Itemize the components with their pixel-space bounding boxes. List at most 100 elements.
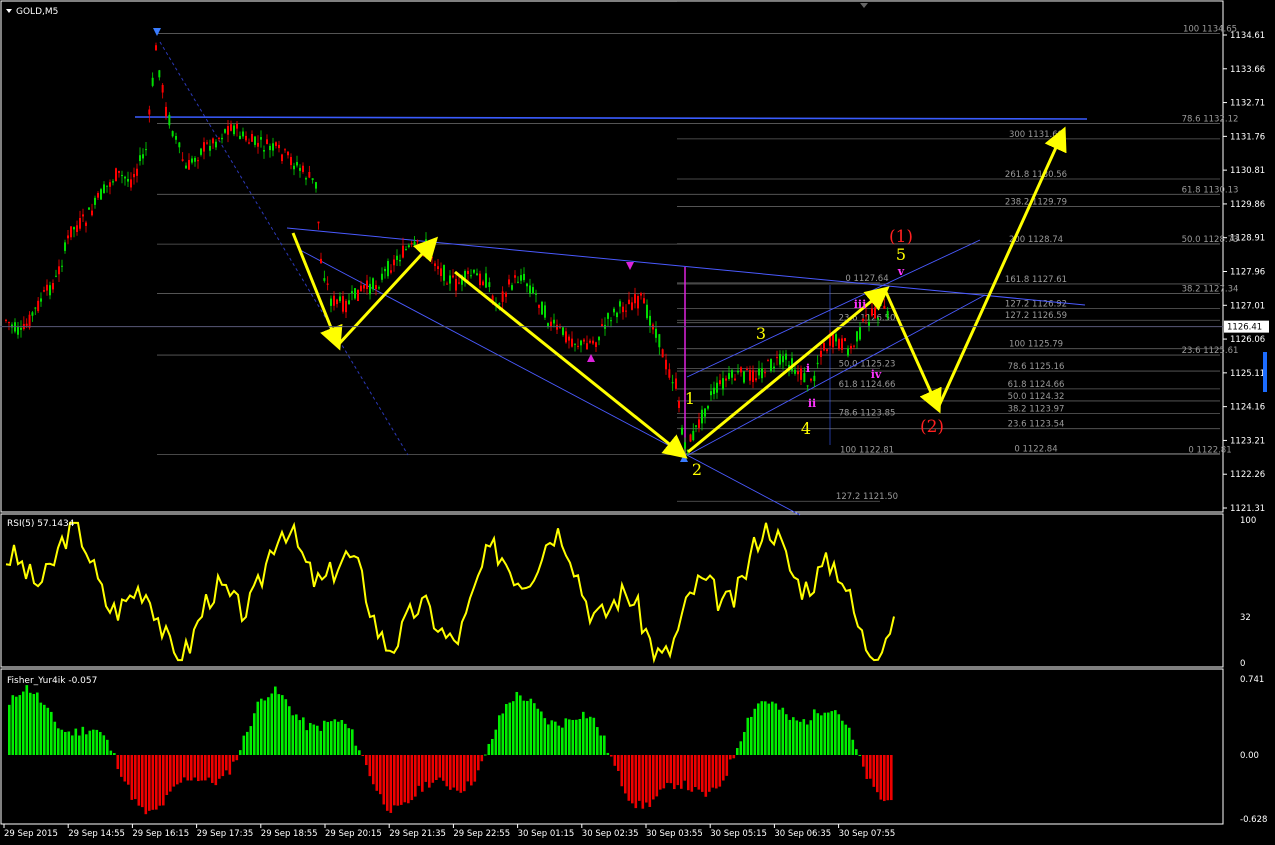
fisher-bar (183, 755, 186, 778)
candle-body (413, 241, 416, 246)
fisher-bar (291, 715, 295, 755)
fisher-bar (606, 752, 610, 755)
fisher-bar (375, 755, 379, 791)
time-tick-label: 30 Sep 01:15 (518, 829, 575, 839)
symbol-label: GOLD,M5 (16, 7, 58, 17)
candle-body (354, 288, 356, 299)
fisher-bar (57, 728, 60, 755)
rsi-title: RSI(5) 57.1434 (7, 519, 75, 529)
fisher-bar (816, 713, 820, 755)
candle-body (121, 175, 123, 177)
candle-body (619, 301, 621, 307)
fisher-axis-label: -0.628 (1240, 815, 1267, 825)
fib-level-label: 50.0 1124.32 (1008, 392, 1065, 402)
fisher-bar (113, 753, 116, 755)
fib-level-label: 61.8 1124.66 (839, 380, 896, 390)
candle-body (589, 340, 591, 343)
candle-body (165, 106, 167, 117)
fisher-bar (333, 719, 337, 755)
fisher-bar (344, 723, 347, 755)
candle-body (874, 307, 876, 319)
candle-body (410, 242, 413, 244)
fisher-bar (361, 755, 365, 756)
fisher-bar (270, 693, 274, 755)
fisher-bar (148, 755, 151, 811)
candle-body (299, 167, 301, 171)
fisher-bar (589, 716, 592, 755)
wave-label: ii (808, 397, 816, 410)
fisher-bar (876, 755, 879, 793)
fisher-bar (431, 755, 435, 783)
fisher-bar (722, 755, 725, 781)
candle-body (100, 189, 102, 200)
candle-body (260, 137, 262, 140)
candle-body (473, 269, 475, 273)
candle-body (34, 307, 37, 309)
candle-body (880, 304, 882, 306)
fisher-bar (127, 755, 130, 785)
fisher-bar (799, 721, 802, 755)
candle-body (88, 207, 90, 210)
fisher-bar (764, 701, 767, 755)
candle-body (5, 319, 7, 321)
fisher-bar (802, 719, 806, 755)
fisher-bar (298, 720, 302, 755)
fisher-bar (18, 695, 22, 755)
fisher-bar (823, 712, 827, 755)
candle-body (728, 373, 730, 380)
fisher-bar (102, 735, 106, 755)
candle-body (263, 150, 265, 152)
fib-level-label: 0 1122.84 (1014, 445, 1057, 455)
candle-body (800, 368, 802, 380)
candle-body (145, 149, 147, 151)
candle-body (547, 323, 549, 327)
fisher-bar (795, 720, 799, 755)
candle-body (692, 430, 695, 441)
fisher-bar (655, 755, 659, 797)
fisher-bar (239, 750, 242, 755)
candle-body (649, 315, 651, 326)
candle-body (366, 280, 368, 290)
volume-scroll-marker[interactable] (1263, 352, 1267, 392)
fisher-bar (708, 755, 711, 792)
fisher-bar (620, 755, 624, 787)
fisher-bar (610, 755, 613, 757)
candle-body (342, 296, 344, 312)
candle-body (372, 278, 374, 290)
fisher-bar (144, 755, 148, 815)
candle-body (562, 327, 564, 335)
candle-body (598, 336, 600, 341)
fisher-bar (263, 700, 267, 755)
candle-body (695, 425, 697, 427)
fisher-bar (242, 735, 246, 755)
fisher-bar (106, 739, 109, 755)
fisher-bar (186, 755, 190, 781)
fisher-bar (578, 718, 582, 755)
candle-body (482, 281, 484, 285)
fisher-bar (550, 720, 554, 755)
candle-body (178, 142, 181, 148)
fisher-bar (295, 714, 298, 755)
candle-body (665, 359, 667, 370)
fisher-bar (827, 712, 830, 755)
fisher-bar (638, 755, 641, 801)
fib-level-label: 127.2 1121.50 (836, 492, 898, 502)
fisher-bar (715, 755, 718, 789)
candle-body (776, 357, 778, 359)
candle-body (275, 142, 277, 146)
candle-body (203, 142, 205, 152)
candle-body (806, 385, 809, 387)
candle-body (488, 282, 491, 288)
chart-window[interactable]: GOLD,M5 423.6 1135.55 100 1134.65 78.6 113… (0, 0, 1275, 845)
fisher-bar (305, 730, 309, 755)
candle-body (713, 387, 715, 395)
candle-body (625, 310, 627, 312)
candle-body (136, 168, 138, 176)
fisher-bar (648, 755, 652, 807)
candle-body (443, 265, 445, 281)
fisher-bar (445, 755, 449, 787)
candle-body (284, 149, 286, 151)
price-tick-label: 1128.91 (1230, 234, 1265, 244)
fisher-bar (225, 755, 228, 771)
price-tick-label: 1131.76 (1230, 132, 1265, 142)
